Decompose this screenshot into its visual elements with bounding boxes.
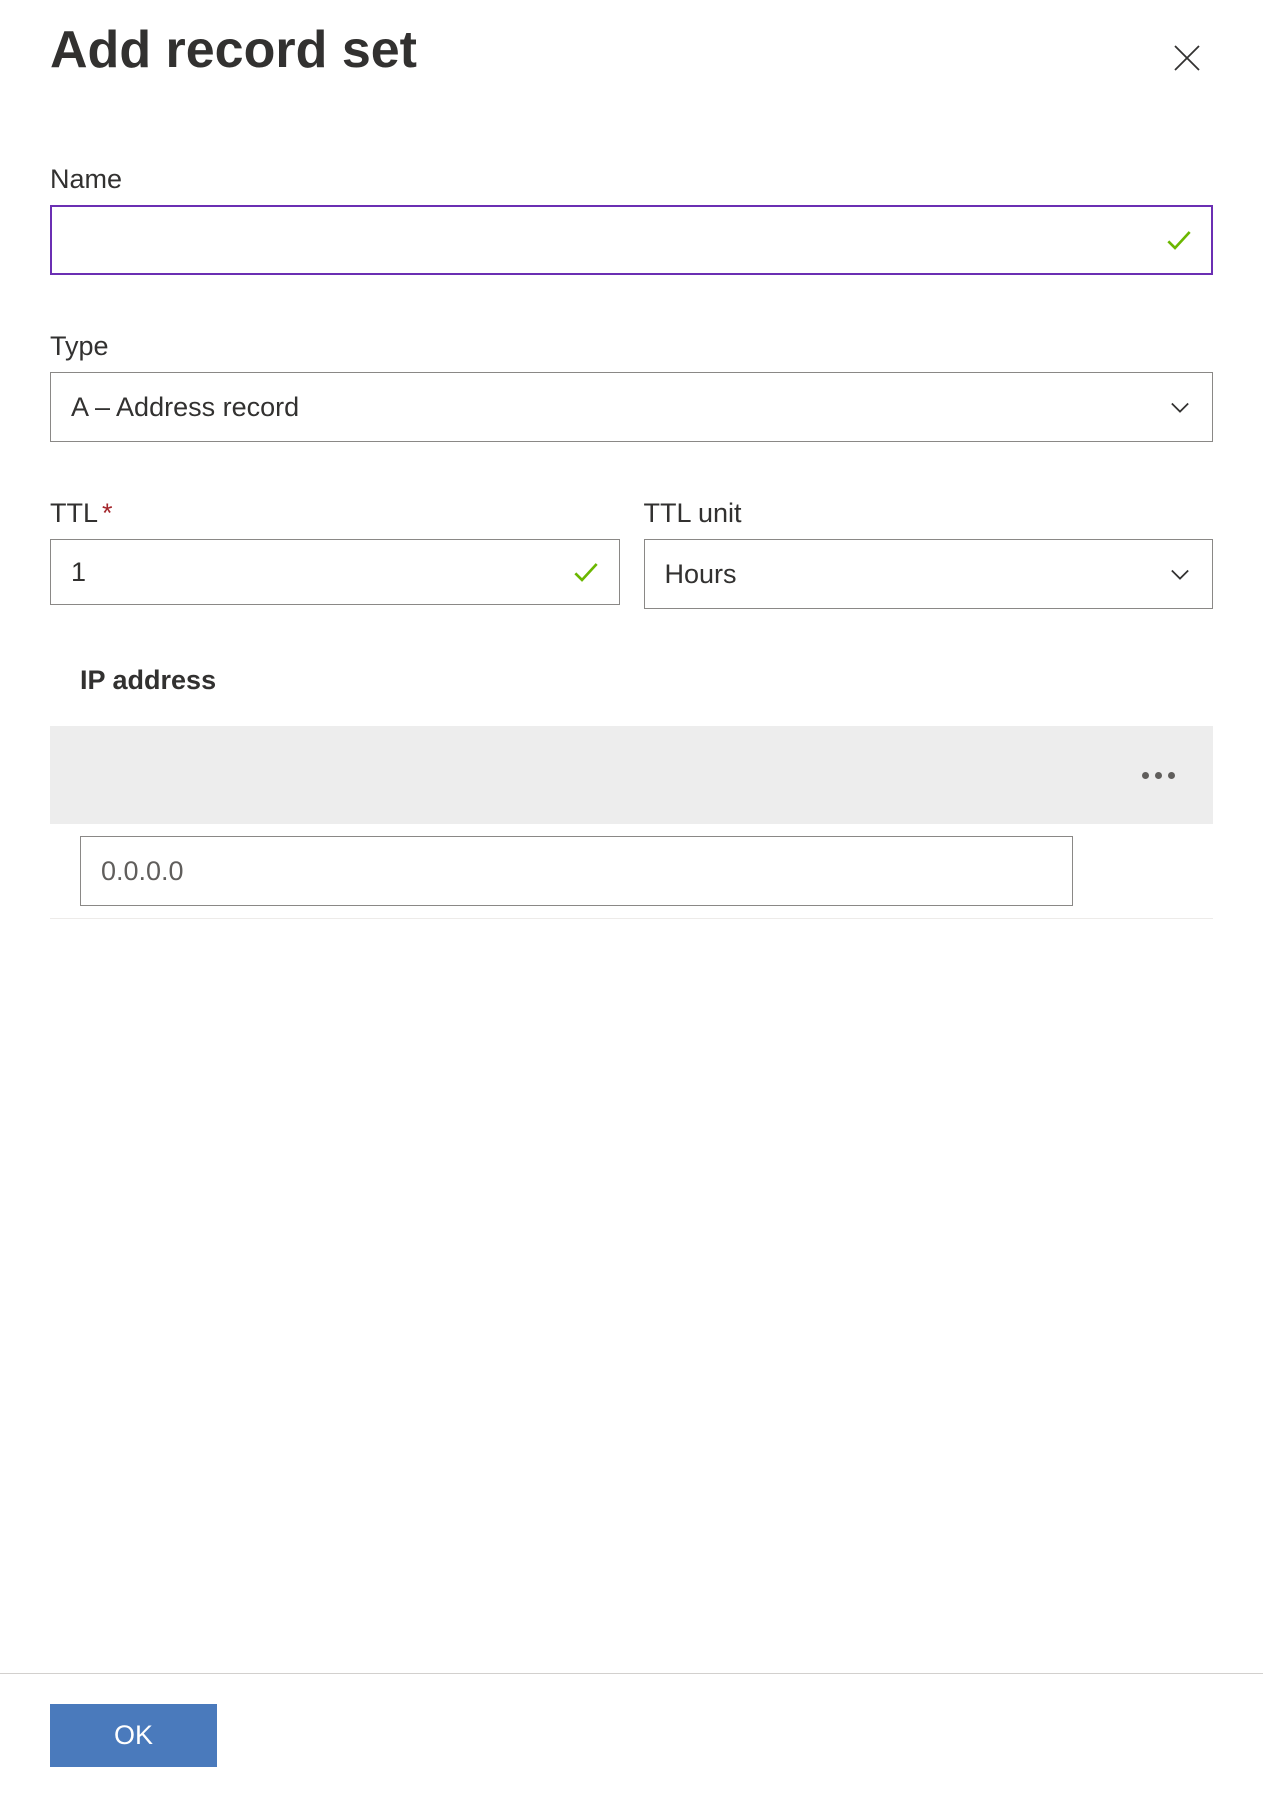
- ttl-field-group: TTL*: [50, 498, 620, 609]
- ttl-unit-label: TTL unit: [644, 498, 1214, 529]
- type-field-group: Type A – Address record: [50, 331, 1213, 442]
- type-selected-value: A – Address record: [71, 392, 299, 423]
- chevron-down-icon: [1166, 393, 1194, 421]
- ok-button[interactable]: OK: [50, 1704, 217, 1767]
- ttl-row: TTL* TTL unit Hours: [50, 498, 1213, 609]
- form-body: Name Type A – Address record TTL*: [0, 84, 1263, 1673]
- ttl-label: TTL*: [50, 498, 620, 529]
- close-button[interactable]: [1161, 32, 1213, 84]
- required-indicator: *: [102, 498, 113, 528]
- ttl-input[interactable]: [50, 539, 620, 605]
- name-input[interactable]: [50, 205, 1213, 275]
- ip-address-row: [50, 824, 1213, 919]
- type-label: Type: [50, 331, 1213, 362]
- ttl-unit-selected-value: Hours: [665, 559, 737, 590]
- ttl-unit-select[interactable]: Hours: [644, 539, 1214, 609]
- name-field-group: Name: [50, 164, 1213, 275]
- ip-address-header: IP address: [80, 665, 1213, 696]
- name-label: Name: [50, 164, 1213, 195]
- panel-header: Add record set: [0, 0, 1263, 84]
- more-options-button[interactable]: [1134, 764, 1183, 787]
- close-icon: [1169, 40, 1205, 76]
- type-select[interactable]: A – Address record: [50, 372, 1213, 442]
- page-title: Add record set: [50, 20, 417, 80]
- more-icon: [1142, 772, 1175, 779]
- ip-address-header-row: [50, 726, 1213, 824]
- chevron-down-icon: [1166, 560, 1194, 588]
- ttl-unit-field-group: TTL unit Hours: [644, 498, 1214, 609]
- ip-address-section: IP address: [50, 665, 1213, 919]
- ip-address-input[interactable]: [80, 836, 1073, 906]
- panel-footer: OK: [0, 1673, 1263, 1797]
